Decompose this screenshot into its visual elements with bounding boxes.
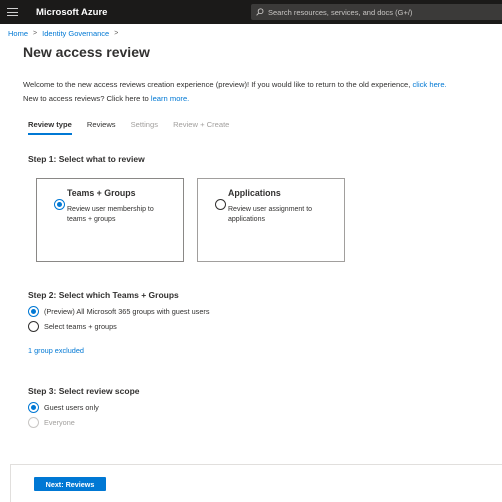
step2-title: Step 2: Select which Teams + Groups	[28, 290, 179, 300]
intro-line2-text: New to access reviews? Click here to	[23, 94, 149, 103]
intro-line1-text: Welcome to the new access reviews creati…	[23, 80, 411, 89]
breadcrumb-identity-governance[interactable]: Identity Governance	[42, 29, 109, 38]
option-label: Guest users only	[44, 403, 99, 412]
option-select-teams-groups[interactable]: Select teams + groups	[28, 321, 117, 332]
intro-text: Welcome to the new access reviews creati…	[23, 78, 447, 106]
card-description: Review user membership to teams + groups	[67, 206, 154, 223]
applications-radio[interactable]	[215, 199, 226, 210]
tab-settings: Settings	[130, 120, 159, 129]
tab-review-type[interactable]: Review type	[28, 120, 72, 135]
radio-button	[28, 417, 39, 428]
option-label: Everyone	[44, 418, 75, 427]
option-all-m365-groups[interactable]: (Preview) All Microsoft 365 groups with …	[28, 306, 209, 317]
wizard-tabs: Review type Reviews Settings Review + Cr…	[28, 120, 244, 135]
option-label: (Preview) All Microsoft 365 groups with …	[44, 307, 210, 316]
page-title: New access review	[23, 44, 150, 60]
option-guest-users-only[interactable]: Guest users only	[28, 402, 99, 413]
radio-button[interactable]	[28, 306, 39, 317]
option-everyone: Everyone	[28, 417, 75, 428]
tab-reviews[interactable]: Reviews	[87, 120, 116, 135]
radio-button[interactable]	[28, 402, 39, 413]
chevron-right-icon: >	[114, 30, 119, 37]
search-input[interactable]: Search resources, services, and docs (G+…	[251, 4, 502, 20]
radio-button[interactable]	[28, 321, 39, 332]
learn-more-link[interactable]: learn more.	[151, 94, 189, 103]
teams-groups-card[interactable]: Teams + Groups Review user membership to…	[36, 178, 184, 262]
breadcrumb: Home > Identity Governance >	[8, 29, 123, 38]
teams-groups-radio[interactable]	[54, 199, 65, 210]
card-description: Review user assignment to applications	[228, 206, 313, 223]
brand-title[interactable]: Microsoft Azure	[36, 7, 107, 18]
step1-title: Step 1: Select what to review	[28, 154, 145, 164]
card-title: Teams + Groups	[67, 188, 136, 198]
applications-card[interactable]: Applications Review user assignment to a…	[197, 178, 345, 262]
search-placeholder: Search resources, services, and docs (G+…	[268, 7, 413, 17]
menu-icon[interactable]	[0, 0, 24, 24]
chevron-right-icon: >	[33, 30, 38, 37]
tab-review-create: Review + Create	[173, 120, 230, 129]
click-here-link[interactable]: click here.	[412, 80, 446, 89]
group-excluded-link[interactable]: 1 group excluded	[28, 346, 84, 355]
card-title: Applications	[228, 188, 281, 198]
footer-divider	[10, 464, 502, 465]
footer-edge	[10, 464, 11, 502]
next-reviews-button[interactable]: Next: Reviews	[34, 477, 106, 491]
search-icon	[256, 8, 264, 16]
top-bar: Microsoft Azure Search resources, servic…	[0, 0, 502, 24]
step3-title: Step 3: Select review scope	[28, 386, 140, 396]
option-label: Select teams + groups	[44, 322, 117, 331]
breadcrumb-home[interactable]: Home	[8, 29, 28, 38]
